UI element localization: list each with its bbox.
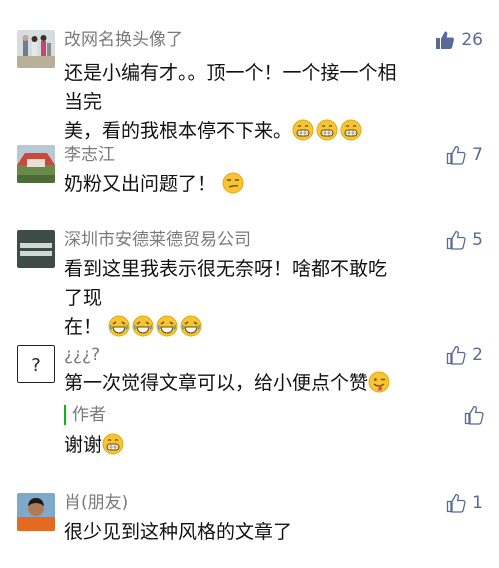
laugh-cry-emoji — [108, 315, 130, 337]
like-button[interactable]: 2 — [446, 344, 483, 366]
wink-tongue-emoji — [368, 371, 390, 393]
thumbs-up-icon — [447, 345, 466, 365]
like-button[interactable]: 5 — [446, 229, 483, 251]
grin-emoji — [102, 433, 124, 455]
thumbs-up-icon — [447, 230, 466, 250]
like-button[interactable]: 26 — [435, 29, 483, 51]
comment-text: 看到这里我表示很无奈呀！啥都不敢吃了现 在！ — [64, 255, 404, 342]
like-count: 26 — [461, 30, 483, 50]
smirk-emoji — [222, 172, 244, 194]
comment-author-name[interactable]: 改网名换头像了 — [64, 29, 183, 51]
comment-line-with-emoji: 奶粉又出问题了！ — [64, 170, 404, 199]
comment-author-name[interactable]: 肖(朋友) — [64, 492, 128, 514]
avatar[interactable] — [17, 30, 55, 68]
thumbs-up-icon — [447, 145, 466, 165]
author-reply-text: 谢谢 — [64, 431, 404, 460]
svg-text:?: ? — [31, 355, 41, 376]
avatar-photo-icon — [17, 145, 55, 183]
thumbs-up-icon — [464, 405, 484, 425]
like-count: 2 — [472, 345, 483, 365]
like-count: 1 — [472, 493, 483, 513]
comment-line-with-emoji: 在！ — [64, 313, 404, 342]
comment-text: 很少见到这种风格的文章了 — [64, 518, 404, 547]
avatar-placeholder-icon: ? — [17, 345, 55, 383]
like-button[interactable]: 7 — [446, 144, 483, 166]
comment-author-name[interactable]: 李志江 — [64, 144, 115, 166]
comment-text: 还是小编有才。。顶一个！一个接一个相当完 美，看的我根本停不下来。 — [64, 59, 404, 146]
laugh-cry-emoji — [132, 315, 154, 337]
comment-line: 看到这里我表示很无奈呀！啥都不敢吃了现 — [64, 258, 388, 309]
comment-text: 第一次觉得文章可以，给小便点个赞 — [64, 369, 464, 398]
thumbs-up-filled-icon — [436, 31, 455, 49]
author-reply-label: 作者 — [64, 405, 106, 425]
reply-like-button[interactable] — [464, 404, 484, 426]
comment-author-name[interactable]: ¿¿¿? — [64, 344, 100, 366]
comment-line-with-emoji: 第一次觉得文章可以，给小便点个赞 — [64, 369, 464, 398]
comment-text: 奶粉又出问题了！ — [64, 170, 404, 199]
like-count: 7 — [472, 145, 483, 165]
avatar[interactable] — [17, 493, 55, 531]
like-count: 5 — [472, 230, 483, 250]
avatar-photo-icon — [17, 30, 55, 68]
thumbs-up-icon — [447, 493, 466, 513]
like-button[interactable]: 1 — [446, 492, 483, 514]
laugh-cry-emoji — [156, 315, 178, 337]
avatar[interactable] — [17, 145, 55, 183]
avatar[interactable] — [17, 230, 55, 268]
avatar-logo-icon — [17, 230, 55, 268]
comment-line-with-emoji: 美，看的我根本停不下来。 — [64, 117, 404, 146]
avatar[interactable]: ? — [17, 345, 55, 383]
grin-emoji — [292, 119, 314, 141]
laugh-cry-emoji — [180, 315, 202, 337]
grin-emoji — [316, 119, 338, 141]
grin-emoji — [340, 119, 362, 141]
comment-author-name[interactable]: 深圳市安德莱德贸易公司 — [64, 229, 251, 251]
avatar-photo-icon — [17, 493, 55, 531]
comment-line: 很少见到这种风格的文章了 — [64, 521, 293, 543]
comment-line: 还是小编有才。。顶一个！一个接一个相当完 — [64, 62, 397, 113]
